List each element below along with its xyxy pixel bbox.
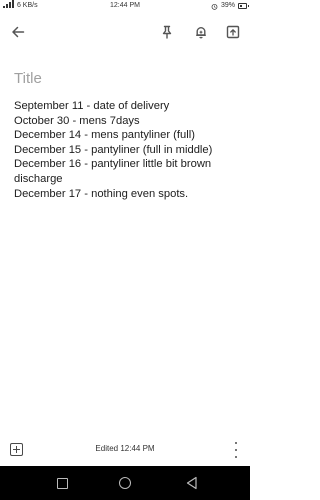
- note-line: December 17 - nothing even spots.: [14, 187, 189, 200]
- note-toolbar: [0, 14, 250, 50]
- square-icon: [57, 478, 68, 489]
- note-line: December 14 - mens pantyliner (full): [14, 129, 195, 142]
- alarm-icon: [211, 3, 218, 10]
- circle-icon: [119, 477, 131, 489]
- more-dot-icon: [234, 455, 238, 458]
- note-body-input[interactable]: September 11 - date of delivery October …: [14, 99, 242, 201]
- system-nav-bar: [0, 466, 250, 500]
- status-right: 39%: [211, 0, 249, 12]
- system-back-button[interactable]: [184, 475, 200, 491]
- note-title-input[interactable]: Title: [14, 69, 42, 89]
- battery-icon: [238, 3, 249, 9]
- battery-percent: 39%: [220, 2, 235, 9]
- more-dot-icon: [234, 442, 238, 445]
- home-button[interactable]: [117, 475, 133, 491]
- note-line: September 11 - date of delivery: [14, 100, 170, 112]
- note-bottom-bar: Edited 12:44 PM: [0, 436, 250, 464]
- status-bar: 6 KB/s 12:44 PM 39%: [0, 0, 250, 12]
- more-options-button[interactable]: [231, 442, 241, 458]
- note-line: October 30 - mens 7days: [14, 114, 140, 127]
- reminder-bell-icon: [196, 27, 206, 39]
- edited-timestamp: Edited 12:44 PM: [95, 444, 155, 453]
- archive-icon: [226, 25, 240, 39]
- triangle-back-icon: [186, 476, 197, 490]
- archive-button[interactable]: [223, 22, 243, 42]
- pin-icon: [162, 25, 172, 39]
- back-button[interactable]: [8, 22, 28, 42]
- more-dot-icon: [234, 448, 238, 452]
- recents-button[interactable]: [54, 475, 70, 491]
- pin-button[interactable]: [157, 22, 177, 42]
- reminder-button[interactable]: [191, 22, 211, 42]
- note-line: December 16 - pantyliner little bit brow…: [14, 158, 212, 171]
- back-arrow-icon: [12, 26, 25, 38]
- note-line: discharge: [14, 172, 63, 185]
- note-line: December 15 - pantyliner (full in middle…: [14, 143, 213, 156]
